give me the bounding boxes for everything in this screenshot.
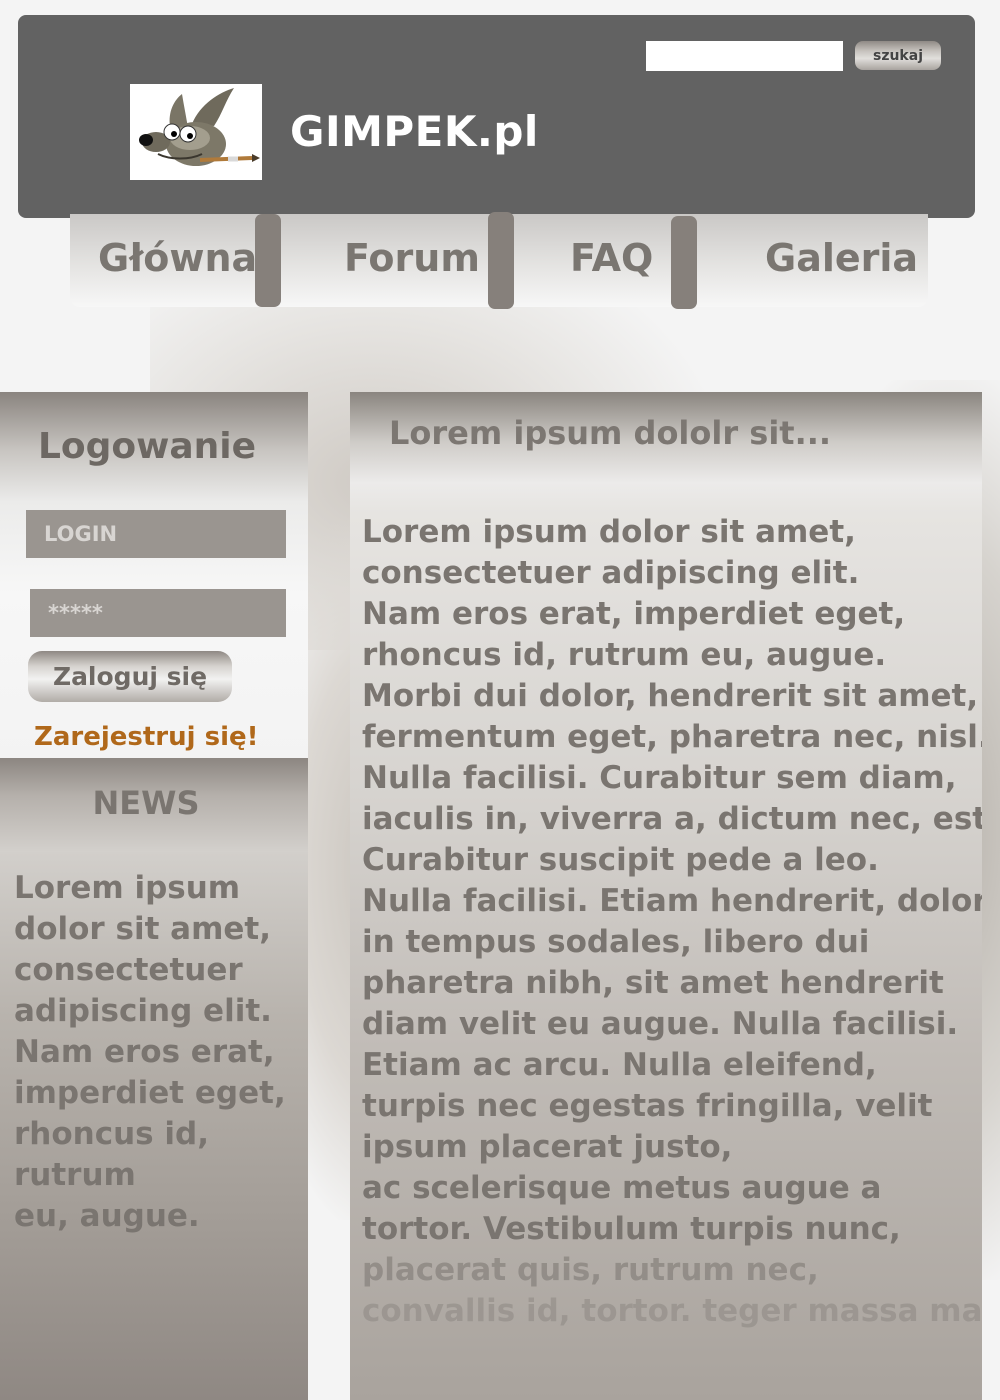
content-line: diam velit eu augue. Nulla facilisi. xyxy=(362,1006,959,1042)
news-line: Nam eros erat, xyxy=(14,1034,275,1070)
content-line: Etiam ac arcu. Nulla eleifend, xyxy=(362,1047,877,1083)
nav-item-galeria[interactable]: Galeria xyxy=(765,236,918,280)
nav-divider xyxy=(671,216,697,309)
content-line: turpis nec egestas fringilla, velit xyxy=(362,1088,933,1124)
search-input[interactable] xyxy=(646,41,843,71)
nav-item-faq[interactable]: FAQ xyxy=(570,236,653,280)
news-line: dolor sit amet, xyxy=(14,911,272,947)
content-line: Lorem ipsum dolor sit amet, xyxy=(362,514,856,550)
password-field[interactable] xyxy=(30,589,286,637)
login-button[interactable]: Zaloguj się xyxy=(28,651,232,702)
content-line: fermentum eget, pharetra nec, nisl. xyxy=(362,719,982,755)
news-header: NEWS xyxy=(0,758,308,852)
news-line: imperdiet eget, xyxy=(14,1075,286,1111)
content-line: rhoncus id, rutrum eu, augue. xyxy=(362,637,887,673)
login-field[interactable] xyxy=(26,510,286,558)
login-panel: Logowanie Zaloguj się Zarejestruj się! xyxy=(0,392,308,758)
news-line: rhoncus id, xyxy=(14,1116,210,1152)
news-line: consectetuer xyxy=(14,952,243,988)
content-line: convallis id, tortor. teger massa magna xyxy=(362,1293,982,1329)
content-line: ac scelerisque metus augue a xyxy=(362,1170,882,1206)
news-text: Lorem ipsum dolor sit amet, consectetuer… xyxy=(14,868,304,1237)
content-line: Nulla facilisi. Curabitur sem diam, xyxy=(362,760,957,796)
search-button[interactable]: szukaj xyxy=(855,41,941,70)
content-line: tortor. Vestibulum turpis nunc, xyxy=(362,1211,901,1247)
content-line: placerat quis, rutrum nec, xyxy=(362,1252,819,1288)
content-line: iaculis in, viverra a, dictum nec, est. xyxy=(362,801,982,837)
nav-item-glowna[interactable]: Główna xyxy=(98,236,257,280)
left-sidebar: Logowanie Zaloguj się Zarejestruj się! N… xyxy=(0,392,308,1400)
content-line: consectetuer adipiscing elit. xyxy=(362,555,860,591)
content-heading: Lorem ipsum dololr sit... xyxy=(389,414,832,452)
nav-item-forum[interactable]: Forum xyxy=(344,236,480,280)
content-line: Morbi dui dolor, hendrerit sit amet, xyxy=(362,678,979,714)
news-title: NEWS xyxy=(92,784,200,822)
news-panel: Lorem ipsum dolor sit amet, consectetuer… xyxy=(0,852,308,1400)
news-line: eu, augue. xyxy=(14,1198,200,1234)
nav-divider xyxy=(488,212,514,309)
main-content: Lorem ipsum dololr sit... Lorem ipsum do… xyxy=(350,392,982,1400)
content-line: Curabitur suscipit pede a leo. xyxy=(362,842,879,878)
content-line: Nam eros erat, imperdiet eget, xyxy=(362,596,906,632)
news-line: rutrum xyxy=(14,1157,136,1193)
content-line: ipsum placerat justo, xyxy=(362,1129,733,1165)
content-line: in tempus sodales, libero dui xyxy=(362,924,870,960)
content-line: Nulla facilisi. Etiam hendrerit, dolor xyxy=(362,883,982,919)
news-line: adipiscing elit. xyxy=(14,993,272,1029)
login-title: Logowanie xyxy=(37,426,257,467)
register-link[interactable]: Zarejestruj się! xyxy=(34,722,258,752)
news-line: Lorem ipsum xyxy=(14,870,241,906)
content-line: pharetra nibh, sit amet hendrerit xyxy=(362,965,944,1001)
gimp-wilber-icon[interactable] xyxy=(130,84,262,180)
content-text: Lorem ipsum dolor sit amet, consectetuer… xyxy=(362,512,982,1332)
site-title: GIMPEK.pl xyxy=(290,107,539,156)
nav-divider xyxy=(255,214,281,307)
